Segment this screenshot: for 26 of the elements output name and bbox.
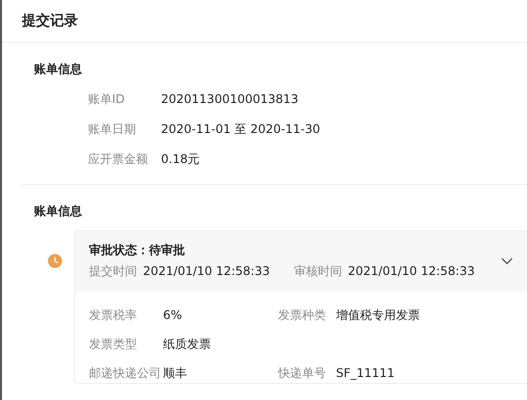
approval-status: 审批状态：待审批	[89, 242, 185, 259]
time-value: 2021/01/10 12:58:33	[348, 263, 475, 280]
detail-value: 顺丰	[163, 365, 188, 382]
clock-icon	[48, 254, 62, 268]
detail-label: 快递单号	[278, 365, 327, 382]
detail-value: 增值税专用发票	[336, 307, 421, 324]
field-value: 0.18元	[161, 151, 201, 168]
field-value: 2020-11-01 至 2020-11-30	[161, 121, 322, 138]
chevron-icon[interactable]	[501, 257, 513, 265]
page-title: 提交记录	[22, 12, 78, 30]
detail-value: SF_11111	[336, 365, 396, 382]
detail-value: 6%	[163, 307, 184, 324]
field-label: 账单ID	[88, 91, 126, 108]
time-value: 2021/01/10 12:58:33	[143, 263, 270, 280]
field-label: 应开票金额	[88, 151, 149, 168]
detail-label: 邮递快递公司	[89, 365, 162, 382]
detail-label: 发票类型	[89, 336, 138, 353]
section-title: 账单信息	[34, 61, 82, 78]
detail-label: 发票种类	[278, 307, 327, 324]
detail-value: 纸质发票	[163, 336, 212, 353]
section-title: 账单信息	[34, 203, 82, 220]
field-value: 202011300100013813	[161, 91, 300, 108]
detail-label: 发票税率	[89, 307, 138, 324]
time-label: 提交时间	[89, 263, 137, 280]
time-label: 审核时间	[294, 263, 342, 280]
field-label: 账单日期	[88, 121, 137, 138]
